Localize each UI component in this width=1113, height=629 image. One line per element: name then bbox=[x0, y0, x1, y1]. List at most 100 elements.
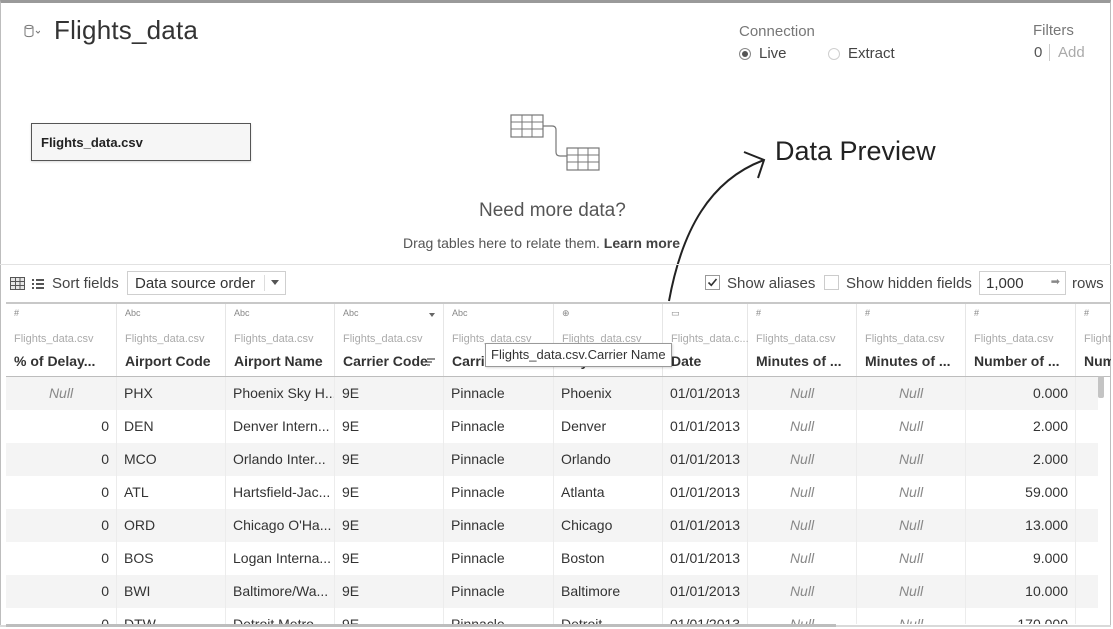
table-cell[interactable]: Null bbox=[748, 377, 857, 410]
column-menu-chevron-icon[interactable] bbox=[429, 313, 435, 317]
table-cell[interactable]: Detroit bbox=[554, 608, 663, 624]
table-cell[interactable]: 2.000 bbox=[966, 410, 1076, 443]
table-cell[interactable]: 01/01/2013 bbox=[663, 575, 748, 608]
column-header[interactable]: # Flights_data.csv Minutes of ... bbox=[857, 304, 966, 376]
table-cell[interactable]: Phoenix Sky H... bbox=[226, 377, 335, 410]
column-name[interactable]: % of Delay... bbox=[14, 353, 95, 369]
chevron-down-icon[interactable] bbox=[271, 280, 279, 285]
column-header[interactable]: # Flights_data.csv Number of ... bbox=[966, 304, 1076, 376]
connection-extract-radio[interactable]: Extract bbox=[828, 45, 895, 62]
field-type-icon[interactable]: Abc bbox=[452, 308, 468, 318]
table-cell[interactable]: 9E bbox=[335, 476, 444, 509]
rows-count-value[interactable]: 1,000 bbox=[986, 275, 1024, 292]
table-cell[interactable]: 9E bbox=[335, 443, 444, 476]
table-cell[interactable]: 0.000 bbox=[966, 377, 1076, 410]
field-type-icon[interactable]: ▭ bbox=[671, 308, 680, 319]
table-cell[interactable]: Pinnacle bbox=[444, 377, 554, 410]
column-header[interactable]: # Flights_data.csv Minutes of ... bbox=[748, 304, 857, 376]
connection-live-label[interactable]: Live bbox=[759, 45, 787, 62]
table-row[interactable]: 0 ATL Hartsfield-Jac... 9E Pinnacle Atlanta 01… bbox=[6, 476, 1098, 509]
table-cell[interactable]: BOS bbox=[117, 542, 226, 575]
field-type-icon[interactable]: # bbox=[14, 308, 19, 318]
table-cell[interactable]: Null bbox=[857, 509, 966, 542]
radio-unselected-icon[interactable] bbox=[828, 47, 840, 60]
table-cell[interactable]: Pinnacle bbox=[444, 476, 554, 509]
table-cell[interactable]: Null bbox=[857, 608, 966, 624]
sort-fields-value[interactable]: Data source order bbox=[135, 275, 255, 292]
datasource-cylinder-icon[interactable] bbox=[24, 24, 40, 38]
table-cell[interactable]: 59.000 bbox=[966, 476, 1076, 509]
table-row[interactable]: Null PHX Phoenix Sky H... 9E Pinnacle Phoenix… bbox=[6, 377, 1098, 410]
table-cell[interactable]: 9E bbox=[335, 410, 444, 443]
table-cell[interactable]: Baltimore/Wa... bbox=[226, 575, 335, 608]
table-row[interactable]: 0 DTW Detroit Metro... 9E Pinnacle Detroit 01/… bbox=[6, 608, 1098, 624]
table-cell[interactable]: 01/01/2013 bbox=[663, 377, 748, 410]
table-cell[interactable]: Pinnacle bbox=[444, 542, 554, 575]
column-name[interactable]: Date bbox=[671, 353, 701, 369]
table-cell[interactable]: 9E bbox=[335, 542, 444, 575]
table-cell[interactable]: DTW bbox=[117, 608, 226, 624]
table-cell[interactable]: Phoenix bbox=[554, 377, 663, 410]
field-type-icon[interactable]: ⊕ bbox=[562, 308, 570, 319]
table-cell[interactable]: Null bbox=[748, 410, 857, 443]
field-type-icon[interactable]: # bbox=[974, 308, 979, 318]
table-cell[interactable]: 2.000 bbox=[966, 443, 1076, 476]
table-cell[interactable]: 0 bbox=[6, 476, 117, 509]
table-cell[interactable]: Null bbox=[857, 476, 966, 509]
column-header[interactable]: # Flight Num bbox=[1076, 304, 1111, 376]
table-cell[interactable]: Orlando bbox=[554, 443, 663, 476]
field-type-icon[interactable]: Abc bbox=[234, 308, 250, 318]
learn-more-link[interactable]: Learn more bbox=[604, 235, 680, 251]
table-row[interactable]: 0 BWI Baltimore/Wa... 9E Pinnacle Baltimore 01… bbox=[6, 575, 1098, 608]
column-name[interactable]: Num bbox=[1084, 353, 1111, 369]
table-cell[interactable]: 0 bbox=[6, 542, 117, 575]
field-type-icon[interactable]: Abc bbox=[125, 308, 141, 318]
grid-view-icon[interactable] bbox=[10, 277, 25, 290]
table-cell[interactable]: MCO bbox=[117, 443, 226, 476]
field-type-icon[interactable]: # bbox=[756, 308, 761, 318]
table-row[interactable]: 0 DEN Denver Intern... 9E Pinnacle Denver 01/0… bbox=[6, 410, 1098, 443]
table-cell[interactable]: 9E bbox=[335, 377, 444, 410]
table-cell[interactable]: Null bbox=[857, 443, 966, 476]
rows-count-input[interactable]: 1,000 ➡ bbox=[979, 271, 1066, 295]
table-cell[interactable]: Atlanta bbox=[554, 476, 663, 509]
table-cell[interactable]: 01/01/2013 bbox=[663, 410, 748, 443]
table-cell[interactable]: 0 bbox=[6, 608, 117, 624]
table-cell[interactable]: Null bbox=[748, 443, 857, 476]
column-header[interactable]: ▭ Flights_data.c... Date bbox=[663, 304, 749, 376]
table-cell[interactable]: Detroit Metro... bbox=[226, 608, 335, 624]
table-cell[interactable]: ATL bbox=[117, 476, 226, 509]
table-cell[interactable]: Pinnacle bbox=[444, 608, 554, 624]
column-header[interactable]: # Flights_data.csv % of Delay... bbox=[6, 304, 117, 376]
table-cell[interactable]: 9E bbox=[335, 575, 444, 608]
table-cell[interactable]: Null bbox=[6, 377, 117, 410]
show-aliases-checkbox[interactable] bbox=[705, 275, 720, 290]
table-cell[interactable]: Null bbox=[748, 575, 857, 608]
table-cell[interactable]: Pinnacle bbox=[444, 509, 554, 542]
table-cell[interactable]: Null bbox=[748, 509, 857, 542]
table-cell[interactable]: 170.000 bbox=[966, 608, 1076, 624]
column-name[interactable]: Airport Name bbox=[234, 353, 323, 369]
column-name[interactable]: Minutes of ... bbox=[865, 353, 951, 369]
table-cell[interactable]: Null bbox=[857, 377, 966, 410]
radio-selected-icon[interactable] bbox=[739, 47, 751, 60]
table-cell[interactable]: 9.000 bbox=[966, 542, 1076, 575]
table-cell[interactable]: Null bbox=[857, 410, 966, 443]
table-cell[interactable]: Hartsfield-Jac... bbox=[226, 476, 335, 509]
filters-add-link[interactable]: Add bbox=[1058, 44, 1085, 61]
table-cell[interactable]: Pinnacle bbox=[444, 410, 554, 443]
table-cell[interactable]: DEN bbox=[117, 410, 226, 443]
table-cell[interactable]: PHX bbox=[117, 377, 226, 410]
table-cell[interactable]: Denver bbox=[554, 410, 663, 443]
column-name[interactable]: Minutes of ... bbox=[756, 353, 842, 369]
show-hidden-fields-label[interactable]: Show hidden fields bbox=[846, 275, 972, 292]
table-cell[interactable]: ORD bbox=[117, 509, 226, 542]
sort-fields-dropdown[interactable]: Data source order bbox=[127, 271, 286, 295]
column-header[interactable]: Abc Flights_data.csv Airport Code bbox=[117, 304, 226, 376]
table-cell[interactable]: Null bbox=[857, 575, 966, 608]
table-cell[interactable]: 01/01/2013 bbox=[663, 443, 748, 476]
show-aliases-label[interactable]: Show aliases bbox=[727, 275, 815, 292]
column-name[interactable]: Airport Code bbox=[125, 353, 211, 369]
table-cell[interactable]: 01/01/2013 bbox=[663, 509, 748, 542]
table-cell[interactable]: Pinnacle bbox=[444, 443, 554, 476]
